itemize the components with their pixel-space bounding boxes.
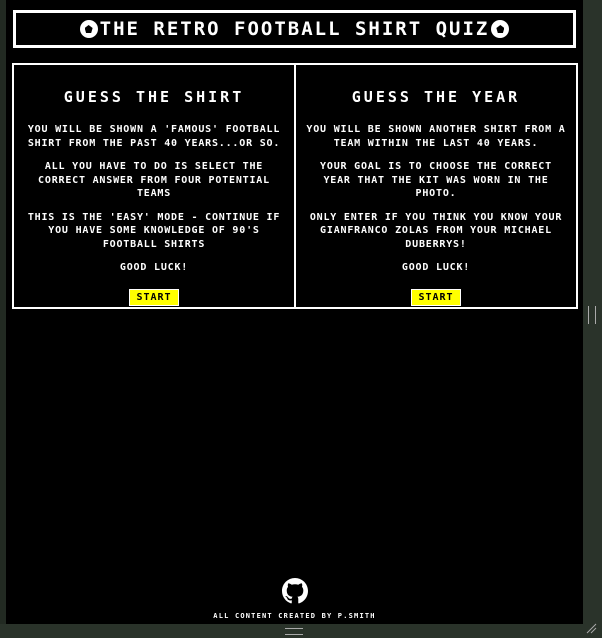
card-text: All you have to do is select the correct…	[38, 161, 270, 199]
footer: All content created by P.Smith	[6, 578, 583, 620]
title-banner: The Retro Football Shirt Quiz	[13, 10, 576, 48]
card-text: Your goal is to choose the correct year …	[320, 161, 552, 199]
guess-year-card: Guess the Year You will be shown another…	[296, 63, 578, 309]
github-icon[interactable]	[281, 578, 308, 604]
card-text: This is the 'easy' mode - continue if yo…	[27, 211, 281, 250]
quiz-cards: Guess the Shirt You will be shown a 'fam…	[12, 63, 578, 309]
good-luck-text: Good Luck!	[401, 262, 471, 273]
start-year-quiz-button[interactable]: Start	[411, 288, 461, 306]
resize-corner-icon[interactable]	[585, 622, 597, 634]
page-viewport: The Retro Football Shirt Quiz Guess the …	[6, 0, 583, 624]
page-title: The Retro Football Shirt Quiz	[99, 18, 490, 40]
bottom-grip-icon[interactable]	[285, 628, 303, 635]
start-shirt-quiz-button[interactable]: Start	[129, 288, 179, 306]
football-icon	[491, 20, 510, 38]
card-heading: Guess the Year	[351, 88, 521, 106]
card-heading: Guess the Shirt	[63, 88, 245, 106]
guess-shirt-card: Guess the Shirt You will be shown a 'fam…	[12, 63, 296, 309]
card-text: You will be shown a 'famous' football sh…	[27, 124, 281, 149]
scrollbar-grip-icon[interactable]	[588, 306, 596, 324]
football-icon	[79, 20, 98, 38]
good-luck-text: Good Luck!	[119, 262, 189, 273]
card-text: You will be shown another shirt from a t…	[306, 124, 566, 149]
footer-credit: All content created by P.Smith	[213, 612, 376, 620]
card-text: Only enter if you think you know your Gi…	[309, 211, 563, 250]
